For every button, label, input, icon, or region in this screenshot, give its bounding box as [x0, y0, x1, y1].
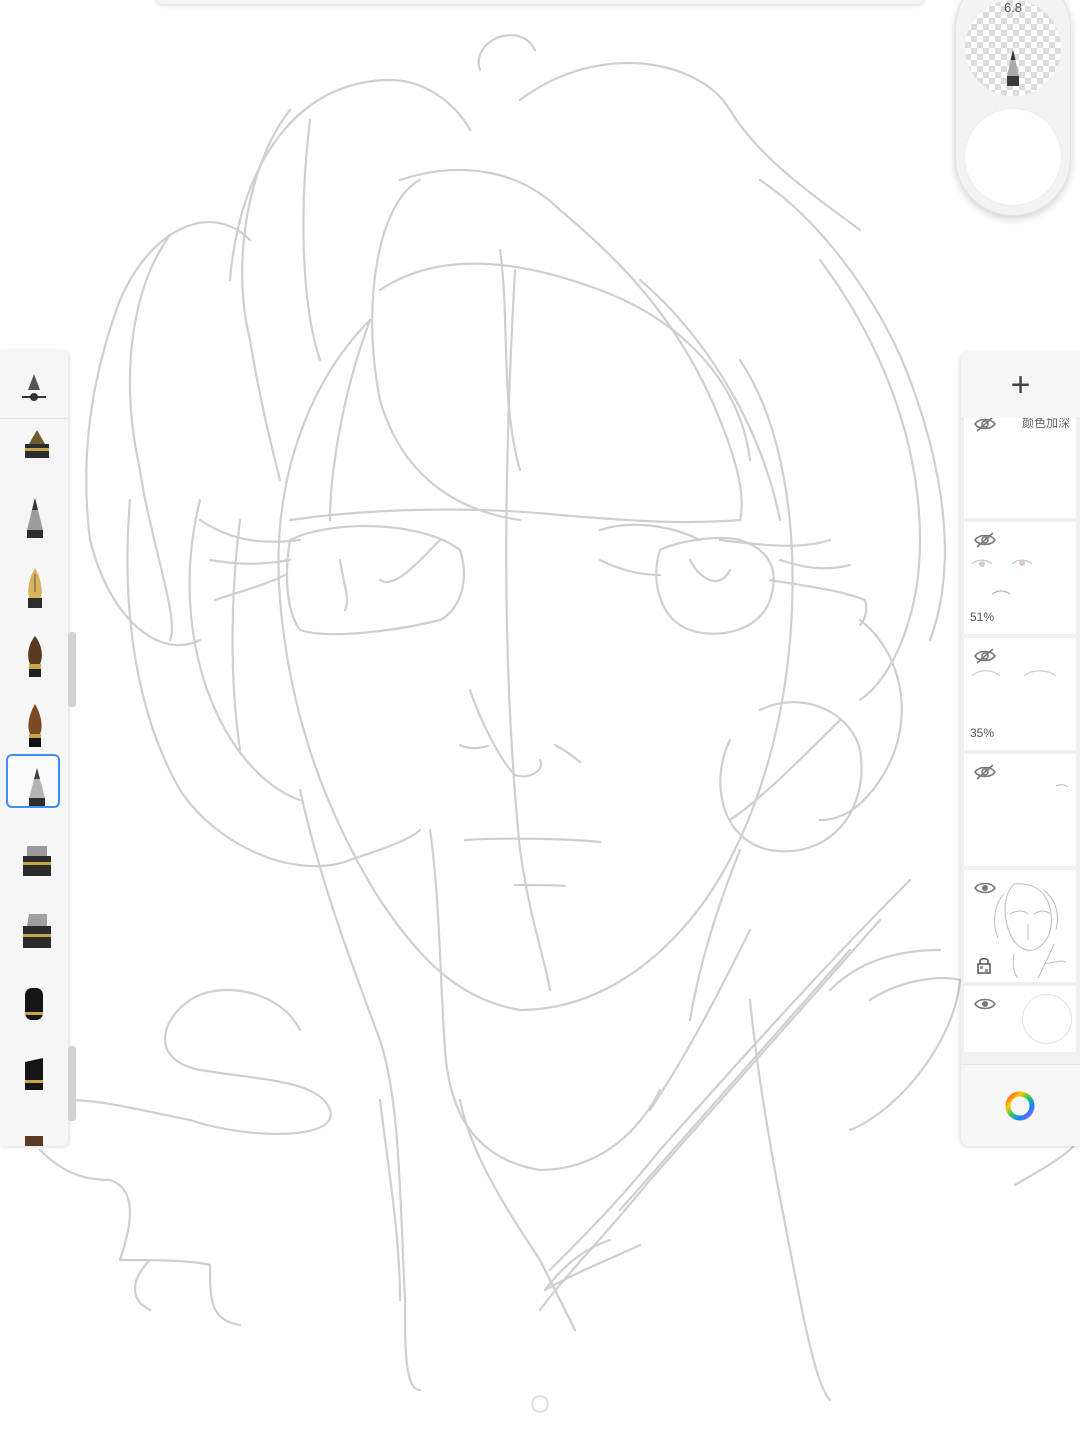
layer-item[interactable]	[964, 986, 1076, 1052]
eye-visible-icon[interactable]	[974, 996, 996, 1012]
layer-opacity: 51%	[970, 610, 995, 624]
brush-opacity-control[interactable]	[964, 108, 1062, 206]
brush-scrollbar-upper[interactable]	[68, 632, 76, 707]
marker-icon	[23, 846, 51, 876]
eye-hidden-icon[interactable]	[974, 418, 996, 432]
lock-icon[interactable]	[976, 956, 992, 974]
brush-felt-tip[interactable]	[6, 978, 60, 1032]
pen-icon	[25, 430, 49, 458]
brush-size-value: 6.8	[1003, 0, 1023, 15]
paint-brush-icon	[28, 636, 42, 677]
felt-tip-icon	[25, 988, 43, 1020]
pastel-icon	[25, 1058, 43, 1090]
eye-hidden-icon[interactable]	[974, 532, 996, 548]
pencil-icon	[27, 498, 43, 538]
brush-settings-icon[interactable]	[18, 370, 50, 402]
layer-thumbnail	[1055, 784, 1069, 788]
brush-pencil-selected[interactable]	[6, 754, 60, 808]
layer-thumbnail	[971, 670, 1057, 677]
layer-item[interactable]: 颜色加深	[964, 418, 1076, 518]
brush-partial[interactable]	[6, 1122, 60, 1146]
add-layer-button[interactable]: +	[961, 352, 1080, 419]
layer-opacity: 35%	[970, 726, 995, 740]
layer-item[interactable]: 35%	[964, 638, 1076, 750]
top-toolbar[interactable]	[155, 0, 925, 4]
brush-preview-icon	[1007, 50, 1019, 86]
layer-item[interactable]: 51%	[964, 522, 1076, 634]
brush-pen[interactable]	[6, 420, 60, 474]
chisel-marker-icon	[23, 914, 51, 948]
fountain-pen-icon	[28, 568, 42, 608]
brush-ink-brush[interactable]	[6, 694, 60, 748]
layer-item[interactable]	[964, 870, 1076, 982]
background-color-swatch[interactable]	[1022, 994, 1072, 1044]
brush-library[interactable]	[0, 350, 68, 1146]
drawing-canvas[interactable]	[0, 0, 1080, 1439]
layer-name: 颜色加深	[1021, 418, 1070, 430]
brush-marker[interactable]	[6, 834, 60, 888]
ink-brush-icon	[28, 704, 42, 747]
brush-fountain-pen[interactable]	[6, 558, 60, 612]
brush-icon	[25, 1136, 43, 1146]
brush-pastel[interactable]	[6, 1048, 60, 1102]
layer-item[interactable]	[964, 754, 1076, 866]
color-picker-button[interactable]	[961, 1064, 1080, 1146]
home-indicator-icon	[531, 1395, 549, 1413]
brush-library-header[interactable]	[0, 350, 68, 419]
brush-paint-brush[interactable]	[6, 626, 60, 680]
color-wheel-icon	[1005, 1091, 1035, 1121]
layer-panel[interactable]: + 颜色加深 51% 35%	[961, 352, 1080, 1146]
brush-puck[interactable]: 6.8	[955, 0, 1071, 216]
pencil-icon	[29, 768, 45, 806]
brush-chisel-marker[interactable]	[6, 904, 60, 958]
brush-scrollbar-lower[interactable]	[68, 1046, 76, 1121]
layer-thumbnail	[994, 883, 1067, 979]
brush-pencil[interactable]	[6, 488, 60, 542]
